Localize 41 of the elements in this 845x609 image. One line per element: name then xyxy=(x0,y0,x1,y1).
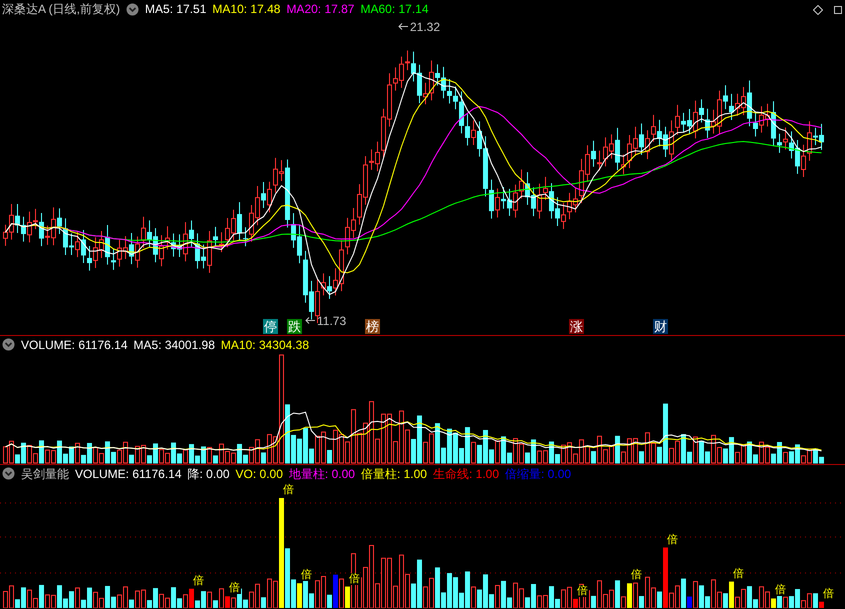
low-price-label: 11.73 xyxy=(317,313,346,330)
dropdown-icon[interactable] xyxy=(2,467,15,480)
event-marker[interactable]: 财 xyxy=(653,319,668,334)
bar-mark-label: 倍 xyxy=(774,584,787,596)
indicator-reading: 倍量柱: 1.00 xyxy=(360,466,427,482)
bar-mark-label: 倍 xyxy=(630,569,643,582)
square-icon[interactable] xyxy=(834,6,842,14)
bar-mark-label: 倍 xyxy=(576,584,589,597)
chart-title: 深桑达A (日线,前复权) xyxy=(2,1,120,18)
bar-mark-label: 倍 xyxy=(732,568,745,580)
indicator-reading: MA5: 17.51 xyxy=(145,1,206,18)
indicator-reading: MA20: 17.87 xyxy=(286,1,354,18)
bar-mark-label: 倍 xyxy=(192,574,205,587)
indicator-reading: VO: 0.00 xyxy=(236,466,283,482)
dropdown-icon[interactable] xyxy=(2,338,15,351)
indicator-reading: VOLUME: 61176.14 xyxy=(75,466,182,482)
arrow-icon xyxy=(305,317,316,324)
arrow-icon xyxy=(398,23,409,30)
indicator-reading: MA60: 17.14 xyxy=(360,1,429,18)
indicator-reading: VOLUME: 61176.14 xyxy=(21,336,128,354)
event-marker[interactable]: 跌 xyxy=(287,319,302,334)
dropdown-icon[interactable] xyxy=(126,2,140,16)
indicator-reading: MA5: 34001.98 xyxy=(134,336,215,354)
indicator-title: 吴剑量能 xyxy=(21,466,69,482)
bar-mark-label: 倍 xyxy=(666,534,679,546)
indicator-reading: MA10: 17.48 xyxy=(212,1,280,18)
indicator-reading: 倍缩量: 0.00 xyxy=(505,466,572,482)
bar-mark-label: 倍 xyxy=(228,582,241,594)
indicator-reading: 地量柱: 0.00 xyxy=(288,466,355,482)
high-price-label: 21.32 xyxy=(410,19,440,36)
bar-mark-label: 倍 xyxy=(348,572,361,585)
indicator-reading: 降: 0.00 xyxy=(188,466,230,482)
bar-mark-label: 倍 xyxy=(822,588,835,600)
event-marker[interactable]: 停 xyxy=(263,319,278,334)
bar-mark-label: 倍 xyxy=(282,484,295,496)
diamond-icon[interactable] xyxy=(813,5,823,15)
indicator-reading: 生命线: 1.00 xyxy=(432,466,500,482)
event-marker[interactable]: 榜 xyxy=(365,319,380,334)
event-marker[interactable]: 涨 xyxy=(569,319,584,334)
bar-mark-label: 倍 xyxy=(300,569,313,582)
indicator-reading: MA10: 34304.38 xyxy=(220,336,309,354)
